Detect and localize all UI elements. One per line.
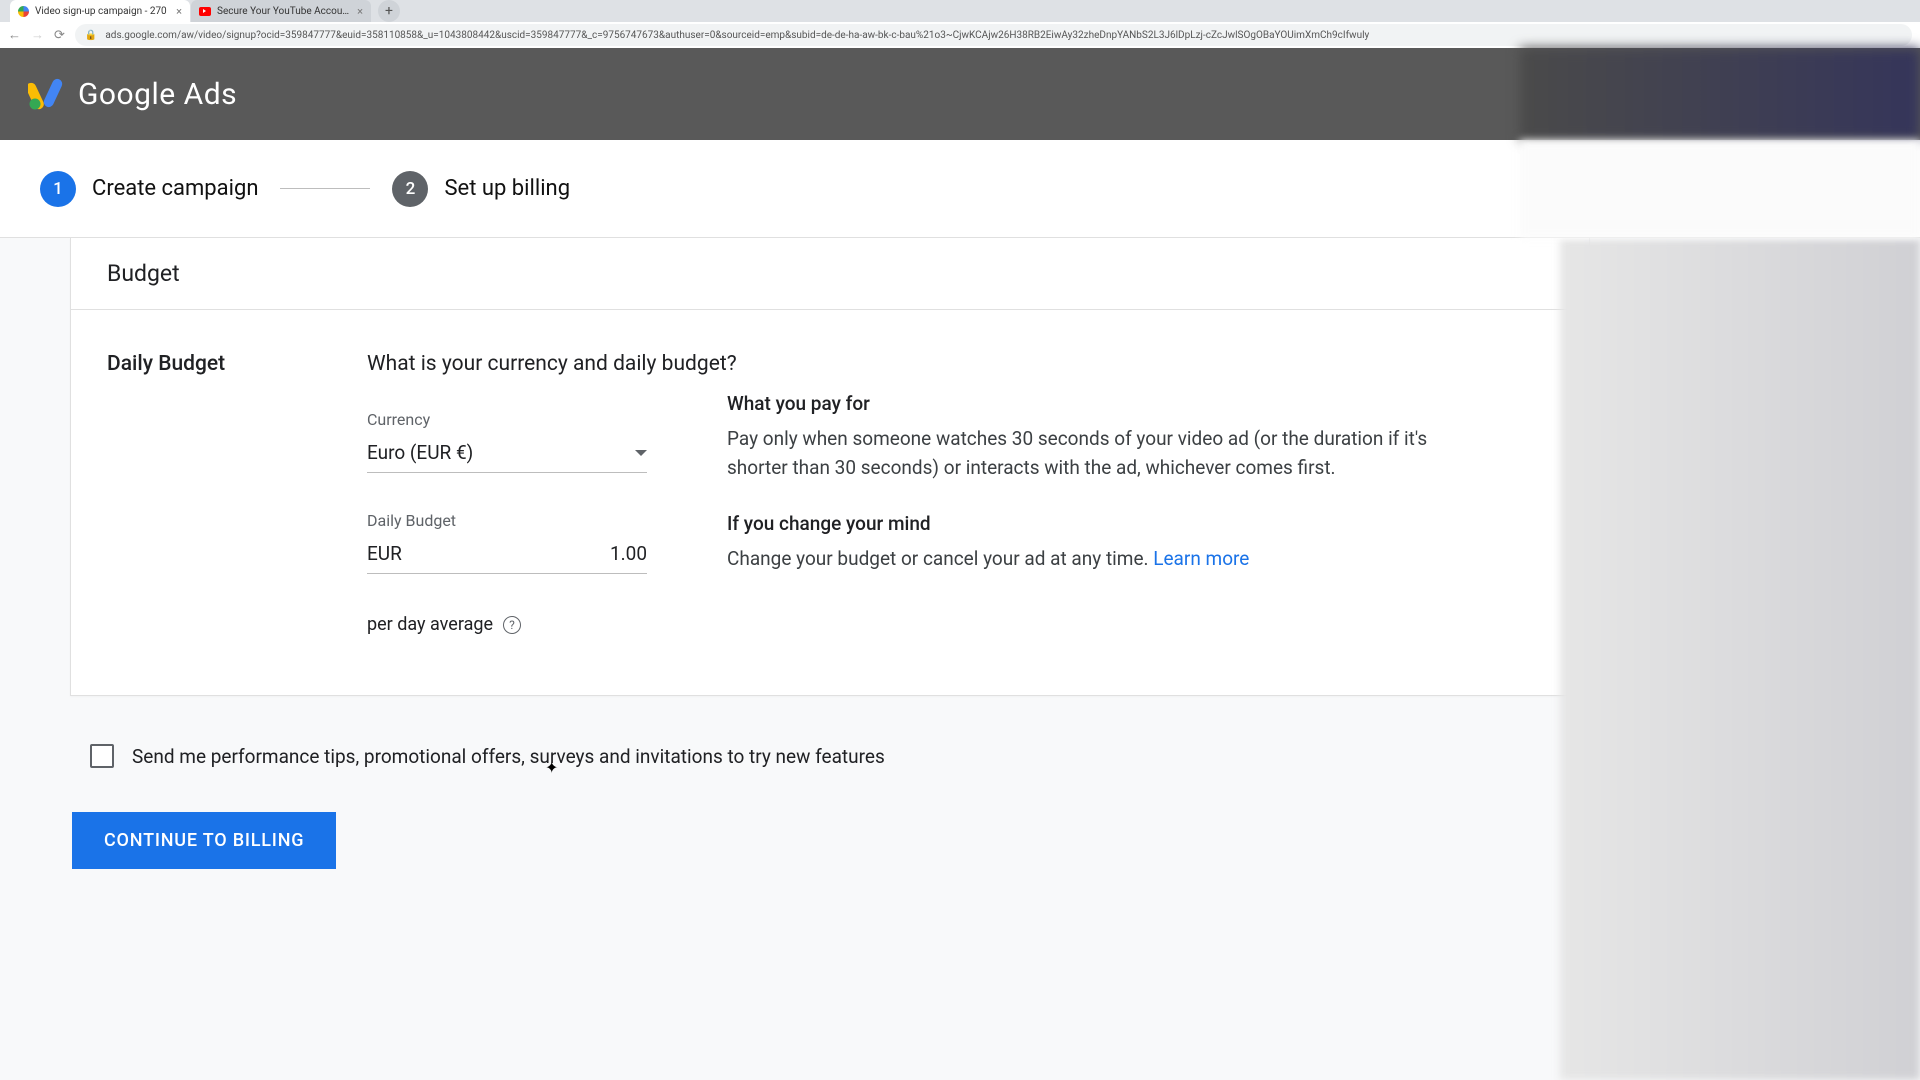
budget-card: Budget Daily Budget What is your currenc…: [70, 238, 1590, 696]
ads-logo-icon: [28, 76, 64, 112]
google-ads-logo[interactable]: Google Ads: [28, 76, 237, 112]
url-text: ads.google.com/aw/video/signup?ocid=3598…: [105, 30, 1369, 41]
new-tab-button[interactable]: +: [378, 0, 400, 22]
favicon-youtube-icon: [199, 7, 211, 16]
budget-question: What is your currency and daily budget?: [367, 352, 787, 376]
budget-hint: per day average: [367, 614, 493, 635]
currency-label: Currency: [367, 410, 647, 429]
card-title: Budget: [107, 260, 1553, 287]
info-change-text: Change your budget or cancel your ad at …: [727, 545, 1447, 574]
address-bar-row: ← → ⟳ 🔒 ads.google.com/aw/video/signup?o…: [0, 22, 1920, 48]
daily-budget-input[interactable]: [567, 542, 647, 565]
step-set-up-billing[interactable]: 2 Set up billing: [392, 171, 570, 207]
info-change-title: If you change your mind: [727, 512, 1447, 535]
lock-icon: 🔒: [85, 30, 97, 41]
blurred-region: [1520, 140, 1920, 238]
continue-to-billing-button[interactable]: CONTINUE TO BILLING: [72, 812, 336, 869]
daily-budget-label: Daily Budget: [367, 511, 647, 530]
blurred-region: [1560, 238, 1920, 1080]
currency-select[interactable]: Euro (EUR €): [367, 435, 647, 473]
currency-value: Euro (EUR €): [367, 441, 473, 464]
info-pay-title: What you pay for: [727, 392, 1447, 415]
step-label: Create campaign: [92, 176, 258, 201]
blurred-region: [1520, 48, 1920, 140]
step-create-campaign[interactable]: 1 Create campaign: [40, 171, 258, 207]
step-connector: [280, 188, 370, 189]
tab-strip: Video sign-up campaign - 270 × Secure Yo…: [0, 0, 1920, 22]
step-number: 2: [392, 171, 428, 207]
currency-prefix: EUR: [367, 542, 402, 565]
tab-close-icon[interactable]: ×: [176, 5, 182, 18]
favicon-google-icon: [18, 6, 29, 17]
card-header: Budget: [71, 238, 1589, 310]
forward-icon[interactable]: →: [31, 27, 44, 43]
tab-title: Video sign-up campaign - 270: [35, 6, 170, 17]
chevron-down-icon: [635, 450, 647, 456]
browser-chrome: Video sign-up campaign - 270 × Secure Yo…: [0, 0, 1920, 48]
browser-tab-inactive[interactable]: Secure Your YouTube Account ×: [191, 0, 371, 22]
brand-text: Google Ads: [78, 77, 237, 112]
help-icon[interactable]: ?: [503, 616, 521, 634]
back-icon[interactable]: ←: [8, 27, 21, 43]
tab-close-icon[interactable]: ×: [357, 5, 363, 18]
url-bar[interactable]: 🔒 ads.google.com/aw/video/signup?ocid=35…: [75, 24, 1912, 46]
cursor-icon: ✦: [545, 758, 558, 777]
tips-checkbox[interactable]: [90, 744, 114, 768]
browser-tab-active[interactable]: Video sign-up campaign - 270 ×: [10, 0, 190, 22]
daily-budget-field[interactable]: EUR: [367, 536, 647, 574]
section-title: Daily Budget: [107, 352, 287, 376]
step-label: Set up billing: [444, 176, 570, 201]
main-content: Budget Daily Budget What is your currenc…: [0, 238, 1920, 1080]
info-pay-text: Pay only when someone watches 30 seconds…: [727, 425, 1447, 482]
step-number: 1: [40, 171, 76, 207]
learn-more-link[interactable]: Learn more: [1153, 547, 1249, 570]
tab-title: Secure Your YouTube Account: [217, 6, 351, 17]
reload-icon[interactable]: ⟳: [54, 28, 65, 43]
tips-checkbox-label: Send me performance tips, promotional of…: [132, 745, 885, 768]
